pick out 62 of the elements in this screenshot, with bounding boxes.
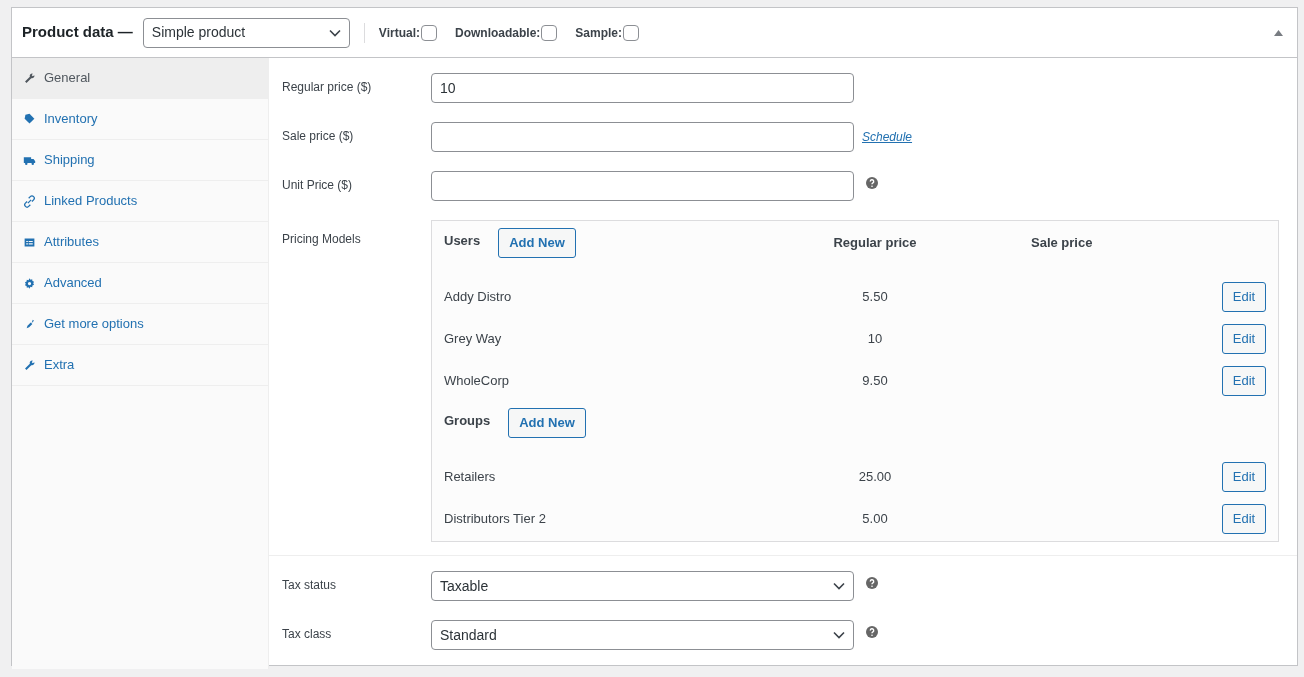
option-label: Virtual:	[378, 24, 420, 42]
chevron-down-icon	[328, 28, 341, 37]
field-label: Pricing Models	[282, 231, 362, 248]
section-heading: Groups	[444, 412, 491, 431]
price-cell-text: 5.50	[861, 288, 889, 307]
checkbox[interactable]	[421, 24, 437, 41]
wrench-icon	[23, 71, 36, 85]
section-heading: Users	[444, 232, 481, 251]
name-cell-text: Grey Way	[444, 330, 503, 349]
sidebar-tab[interactable]: Advanced	[12, 263, 268, 304]
price-cell-text: 10	[866, 330, 884, 349]
chevron-down-icon	[833, 582, 845, 590]
name-cell-text: WholeCorp	[444, 372, 511, 391]
help-icon[interactable]	[866, 577, 878, 589]
field-label: Regular price ($)	[282, 79, 373, 96]
edit-button[interactable]: Edit	[1222, 366, 1266, 396]
product-type-select[interactable]: Simple product	[142, 17, 350, 48]
sidebar-tab[interactable]: Get more options	[12, 304, 268, 345]
collapse-icon[interactable]	[1274, 29, 1283, 36]
sidebar-tab[interactable]: Shipping	[12, 140, 268, 181]
field-label: Tax class	[282, 626, 333, 643]
list-icon	[23, 235, 36, 249]
help-icon[interactable]	[866, 626, 878, 638]
edit-button[interactable]: Edit	[1222, 504, 1266, 534]
sidebar-tab[interactable]: Extra	[12, 345, 268, 386]
option-label: Downloadable:	[455, 24, 541, 42]
edit-button[interactable]: Edit	[1222, 462, 1266, 492]
edit-button[interactable]: Edit	[1222, 282, 1266, 312]
edit-button[interactable]: Edit	[1222, 324, 1266, 354]
input-field[interactable]	[431, 171, 854, 201]
checkbox[interactable]	[623, 24, 639, 41]
field-label: Tax status	[282, 577, 338, 594]
sidebar-tab[interactable]: Inventory	[12, 99, 268, 140]
field-label: Sale price ($)	[282, 128, 355, 145]
input-field[interactable]: 10	[431, 73, 854, 103]
sidebar-tab[interactable]: Linked Products	[12, 181, 268, 222]
schedule-link[interactable]: Schedule	[862, 128, 913, 146]
wrench-icon	[23, 358, 36, 372]
help-icon[interactable]	[866, 177, 878, 189]
gear-icon	[23, 276, 36, 290]
option-label: Sample:	[575, 24, 622, 42]
column-header: Regular price	[832, 234, 918, 253]
price-cell-text: 25.00	[857, 468, 893, 487]
tag-icon	[23, 112, 36, 126]
price-cell-text: 9.50	[861, 372, 889, 391]
column-header: Sale price	[1030, 234, 1093, 253]
add-new-button[interactable]: Add New	[508, 408, 586, 438]
sidebar-tab[interactable]: Attributes	[12, 222, 268, 263]
link-icon	[23, 194, 36, 208]
price-cell-text: 5.00	[861, 510, 889, 529]
select-field[interactable]: Taxable	[431, 571, 854, 601]
checkbox[interactable]	[541, 24, 558, 41]
select-field[interactable]: Standard	[431, 620, 854, 650]
name-cell-text: Distributors Tier 2	[444, 510, 547, 529]
name-cell-text: Addy Distro	[444, 288, 513, 307]
field-label: Unit Price ($)	[282, 177, 353, 194]
add-new-button[interactable]: Add New	[498, 228, 576, 258]
input-field[interactable]	[431, 122, 854, 152]
name-cell-text: Retailers	[444, 468, 497, 487]
sidebar-tab[interactable]: General	[12, 58, 268, 99]
panel-title: Product data —	[22, 22, 133, 43]
chevron-down-icon	[833, 631, 845, 639]
